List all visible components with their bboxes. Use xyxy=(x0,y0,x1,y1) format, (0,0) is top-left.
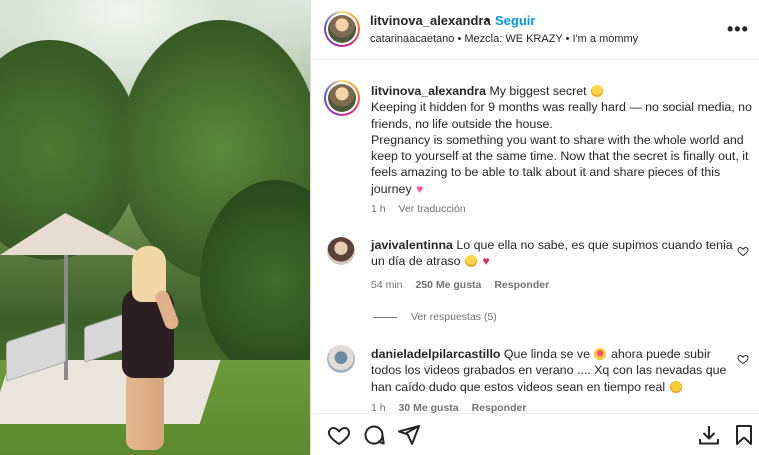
send-icon[interactable] xyxy=(397,423,421,447)
pink-heart-emoji-icon: ♥ xyxy=(416,181,424,196)
post-media[interactable] xyxy=(0,0,310,455)
comment-username[interactable]: javivalentinna xyxy=(371,238,453,252)
author-username[interactable]: litvinova_alexandra xyxy=(370,13,491,28)
caption-meta: 1 h Ver traducción xyxy=(371,203,476,215)
reply-button[interactable]: Responder xyxy=(494,279,549,291)
media-person-legs xyxy=(126,370,164,450)
caption-avatar-image xyxy=(328,84,356,112)
author-avatar[interactable] xyxy=(324,11,360,47)
comment-meta: 1 h 30 Me gusta Responder xyxy=(371,402,536,413)
header-subline[interactable]: catarinaacaetano • Mezcla: WE KRAZY • I'… xyxy=(370,33,638,45)
heart-icon[interactable] xyxy=(327,423,351,447)
see-translation-link[interactable]: Ver traducción xyxy=(399,203,466,215)
caption-time: 1 h xyxy=(371,203,386,215)
grinning-emoji-icon xyxy=(669,380,682,393)
comment: javivalentinna Lo que ella no sabe, es q… xyxy=(371,237,741,270)
commenter-avatar-image xyxy=(327,345,355,373)
action-bar xyxy=(311,413,759,455)
media-lounger xyxy=(84,313,126,363)
comment: danieladelpilarcastillo Que linda se ve … xyxy=(371,346,741,395)
caption-line1: My biggest secret xyxy=(489,84,587,98)
comment-like-heart-icon[interactable] xyxy=(737,353,749,365)
caption-body-2: Pregnancy is something you want to share… xyxy=(371,132,749,196)
comment-time: 1 h xyxy=(371,402,386,413)
commenter-avatar-image xyxy=(327,237,355,265)
comment-likes[interactable]: 250 Me gusta xyxy=(415,279,481,291)
follow-button[interactable]: Seguir xyxy=(495,13,535,28)
view-replies-label[interactable]: Ver respuestas (5) xyxy=(411,311,497,323)
comments-scroll-area[interactable]: litvinova_alexandra My biggest secret Ke… xyxy=(311,61,759,413)
more-options-icon[interactable]: ••• xyxy=(727,19,749,40)
bookmark-icon[interactable] xyxy=(732,423,756,447)
comment-time: 54 min xyxy=(371,279,403,291)
replies-line xyxy=(373,316,397,318)
caption: litvinova_alexandra My biggest secret Ke… xyxy=(371,83,753,197)
laughing-emoji-icon xyxy=(465,255,478,268)
comment-likes[interactable]: 30 Me gusta xyxy=(399,402,459,413)
comment-text: Que linda se ve xyxy=(503,347,591,361)
red-heart-emoji-icon: ♥ xyxy=(482,254,490,269)
view-replies[interactable]: Ver respuestas (5) xyxy=(373,311,497,323)
comment-icon[interactable] xyxy=(362,423,386,447)
reply-button[interactable]: Responder xyxy=(472,402,527,413)
caption-username[interactable]: litvinova_alexandra xyxy=(371,84,486,98)
comment-username[interactable]: danieladelpilarcastillo xyxy=(371,347,500,361)
header-separator: • xyxy=(485,12,490,27)
heart-eyes-emoji-icon xyxy=(594,348,607,360)
post-panel: litvinova_alexandra • Seguir catarinaaca… xyxy=(310,0,759,455)
commenter-avatar[interactable] xyxy=(327,237,355,265)
comment-like-heart-icon[interactable] xyxy=(737,245,749,257)
download-icon[interactable] xyxy=(697,423,721,447)
caption-body: Keeping it hidden for 9 months was reall… xyxy=(371,100,752,131)
caption-avatar[interactable] xyxy=(324,80,360,116)
author-avatar-image xyxy=(328,15,356,43)
post-header: litvinova_alexandra • Seguir catarinaaca… xyxy=(311,0,759,60)
commenter-avatar[interactable] xyxy=(327,345,355,373)
laughing-emoji-icon xyxy=(591,85,604,97)
comment-meta: 54 min 250 Me gusta Responder xyxy=(371,279,559,291)
